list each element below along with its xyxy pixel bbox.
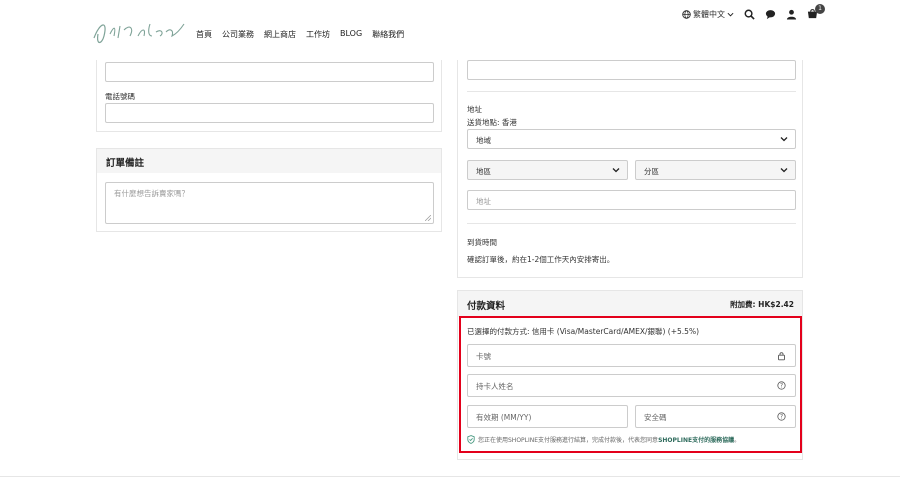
- chevron-down-icon: [780, 137, 788, 142]
- delivery-time-text: 確認訂單後，約在1-2個工作天內安排寄出。: [467, 255, 615, 264]
- chevron-down-icon: [780, 168, 788, 173]
- chevron-down-icon: [727, 12, 734, 17]
- nav-item-home[interactable]: 首頁: [196, 29, 212, 40]
- language-selector[interactable]: 繁體中文: [682, 9, 734, 20]
- search-icon[interactable]: [744, 9, 755, 20]
- divider: [467, 91, 796, 92]
- logo-flourish-icon: [93, 23, 185, 44]
- district-select[interactable]: 地區: [467, 160, 628, 180]
- order-notes-card: 訂單備註 有什麼想告訴賣家嗎？: [96, 148, 442, 232]
- surcharge-label: 附加費: HK$2.42: [730, 300, 794, 309]
- district-select-value: 地區: [476, 167, 491, 176]
- top-navigation-bar: 首頁 公司業務 網上商店 工作坊 BLOG 聯絡我們 繁體中文 1: [0, 0, 900, 60]
- payment-title: 付款資料: [467, 301, 506, 312]
- nav-item-business[interactable]: 公司業務: [222, 29, 254, 40]
- region-select-value: 地域: [476, 136, 491, 145]
- phone-label: 電話號碼: [105, 92, 135, 101]
- gift-idea-logo[interactable]: [84, 14, 185, 48]
- order-notes-placeholder: 有什麼想告訴賣家嗎？: [114, 189, 189, 198]
- address-label: 地址: [467, 105, 482, 114]
- chat-icon[interactable]: [765, 9, 776, 20]
- order-notes-textarea[interactable]: 有什麼想告訴賣家嗎？: [105, 182, 434, 224]
- resize-handle-icon[interactable]: [425, 215, 431, 221]
- main-nav: 首頁 公司業務 網上商店 工作坊 BLOG 聯絡我們: [196, 29, 404, 40]
- nav-item-contact[interactable]: 聯絡我們: [372, 29, 404, 40]
- payment-header: 付款資料 附加費: HK$2.42: [458, 291, 802, 317]
- divider: [467, 223, 796, 224]
- subdistrict-select-value: 分區: [644, 167, 659, 176]
- header-tools: 繁體中文 1: [682, 4, 825, 21]
- nav-item-shop[interactable]: 網上商店: [264, 29, 296, 40]
- delivery-time-title: 到貨時間: [467, 238, 497, 247]
- globe-icon: [682, 10, 691, 19]
- order-notes-title: 訂單備註: [97, 149, 441, 173]
- payment-highlight-box: [459, 316, 802, 453]
- phone-field[interactable]: [105, 103, 434, 123]
- nav-item-workshop[interactable]: 工作坊: [306, 29, 330, 40]
- user-icon[interactable]: [786, 9, 797, 20]
- cart-button[interactable]: 1: [807, 4, 825, 21]
- region-select[interactable]: 地域: [467, 129, 796, 149]
- chevron-down-icon: [612, 168, 620, 173]
- contact-name-field[interactable]: [105, 62, 434, 82]
- subdistrict-select[interactable]: 分區: [635, 160, 796, 180]
- address-placeholder: 地址: [476, 197, 491, 206]
- address-field[interactable]: 地址: [467, 190, 796, 210]
- nav-item-blog[interactable]: BLOG: [340, 29, 362, 40]
- cart-count-badge: 1: [815, 4, 825, 14]
- ship-to-label: 送貨地點: 香港: [467, 118, 517, 127]
- language-label: 繁體中文: [693, 10, 725, 19]
- delivery-card: 地址 送貨地點: 香港 地域 地區 分區 地址 到貨時間 確認訂單後，約在1-2…: [457, 40, 803, 278]
- recipient-field[interactable]: [467, 60, 796, 80]
